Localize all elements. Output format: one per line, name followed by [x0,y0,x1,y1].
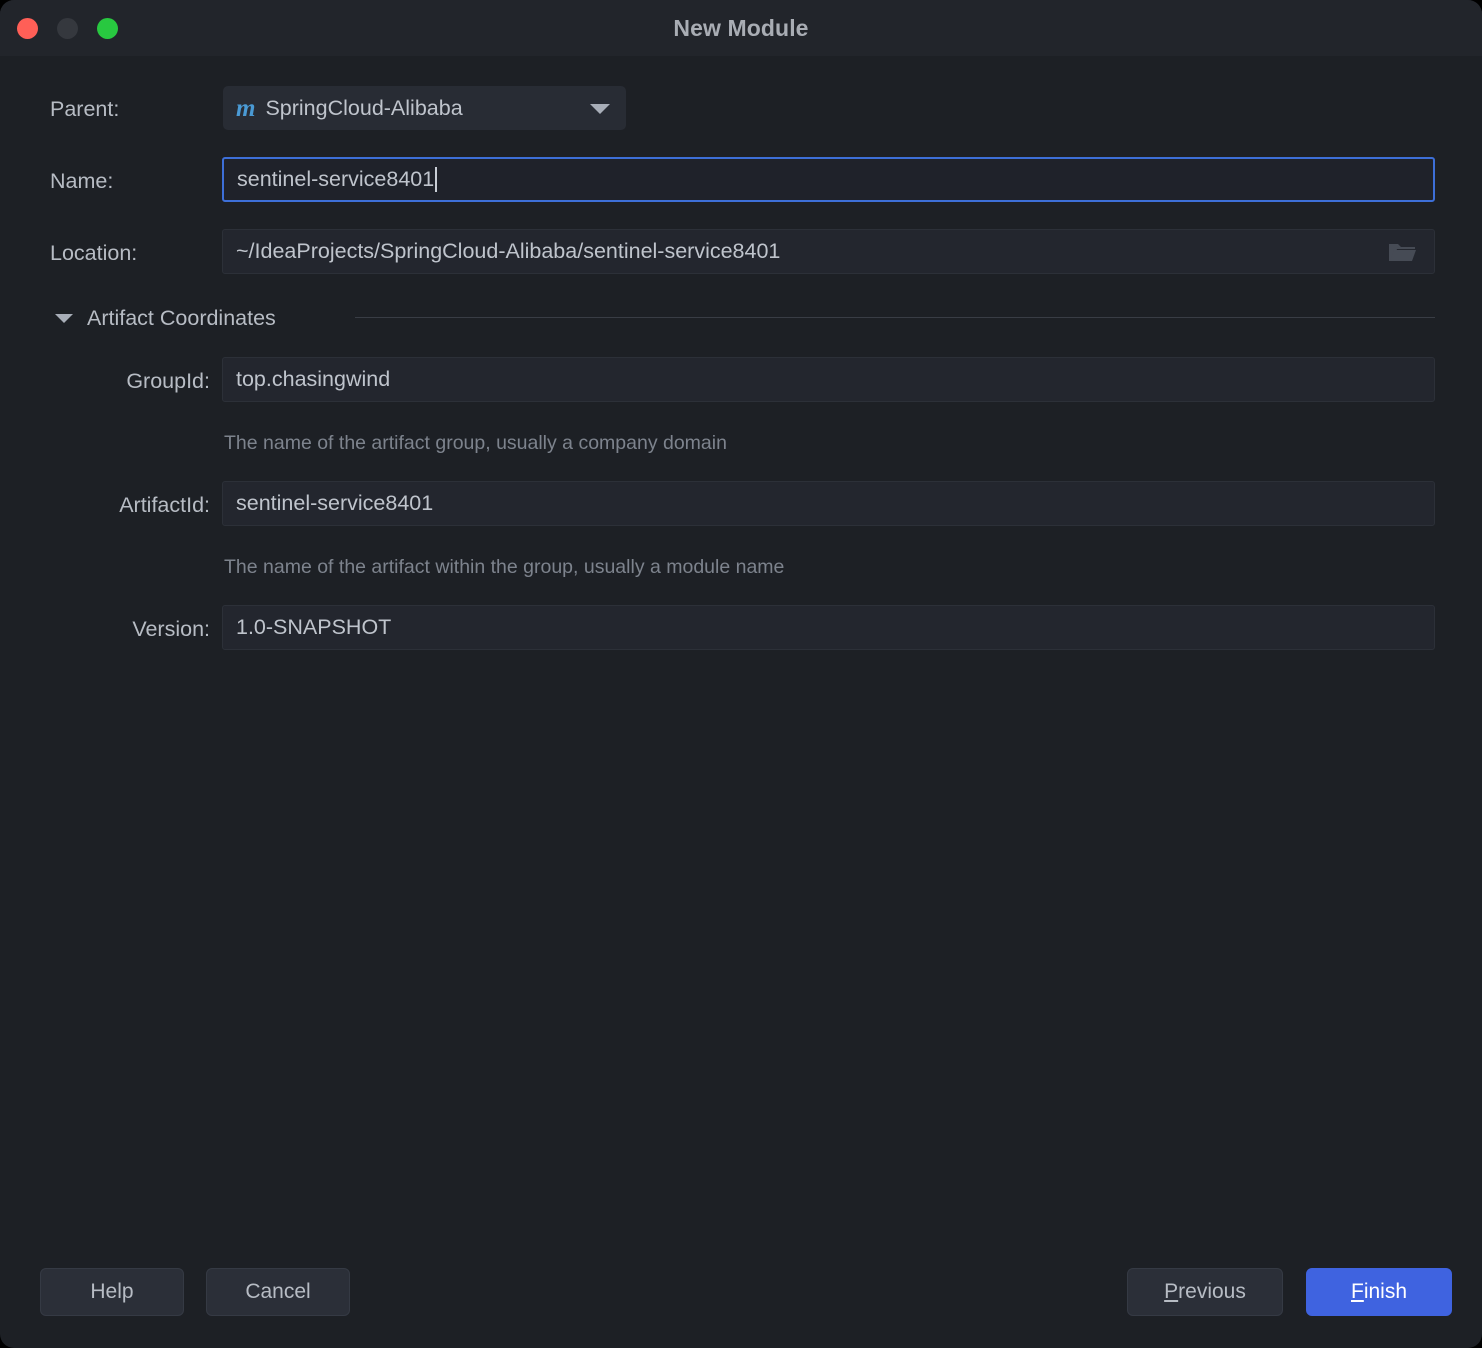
maximize-button[interactable] [97,18,118,39]
previous-button[interactable]: Previous [1127,1268,1283,1316]
parent-value: SpringCloud-Alibaba [265,95,463,120]
new-module-dialog: New Module Parent: m SpringCloud-Alibaba… [0,0,1482,1348]
artifact-id-input[interactable]: sentinel-service8401 [222,481,1435,526]
folder-icon [1389,243,1416,261]
group-id-value: top.chasingwind [236,367,391,391]
traffic-lights [17,18,118,39]
browse-folder-button[interactable] [1374,234,1430,269]
artifact-coordinates-toggle[interactable]: Artifact Coordinates [55,306,276,331]
text-cursor [435,167,437,192]
version-label: Version: [132,617,210,641]
help-button[interactable]: Help [40,1268,184,1316]
previous-button-label: revious [1178,1280,1246,1303]
previous-button-mnemonic: P [1164,1280,1179,1303]
version-value: 1.0-SNAPSHOT [236,615,392,639]
group-id-label: GroupId: [126,369,210,393]
parent-label: Parent: [50,97,120,121]
version-input[interactable]: 1.0-SNAPSHOT [222,605,1435,650]
close-button[interactable] [17,18,38,39]
parent-dropdown[interactable]: m SpringCloud-Alibaba [223,86,626,130]
help-button-label: Help [90,1280,134,1303]
title-bar: New Module [0,0,1482,56]
maven-module-icon: m [236,94,256,122]
artifact-coordinates-label: Artifact Coordinates [87,306,276,330]
name-input[interactable]: sentinel-service8401 [222,157,1435,202]
cancel-button-label: Cancel [245,1280,311,1303]
group-id-input[interactable]: top.chasingwind [222,357,1435,402]
location-label: Location: [50,241,138,265]
triangle-down-icon [55,314,73,323]
section-divider [355,317,1435,318]
group-id-hint: The name of the artifact group, usually … [224,432,727,454]
finish-button-label: inish [1363,1280,1408,1303]
chevron-down-icon [590,104,610,114]
name-label: Name: [50,169,114,193]
location-input[interactable]: ~/IdeaProjects/SpringCloud-Alibaba/senti… [222,229,1435,274]
location-input-value: ~/IdeaProjects/SpringCloud-Alibaba/senti… [236,239,781,263]
artifact-id-label: ArtifactId: [119,493,210,517]
dialog-body: Parent: m SpringCloud-Alibaba Name: sent… [0,56,1482,1348]
page-title: New Module [673,15,809,41]
cancel-button[interactable]: Cancel [206,1268,350,1316]
minimize-button[interactable] [57,18,78,39]
finish-button[interactable]: Finish [1306,1268,1452,1316]
artifact-id-hint: The name of the artifact within the grou… [224,556,785,578]
finish-button-mnemonic: F [1350,1280,1364,1303]
artifact-id-value: sentinel-service8401 [236,491,434,515]
name-input-value: sentinel-service8401 [237,167,435,191]
